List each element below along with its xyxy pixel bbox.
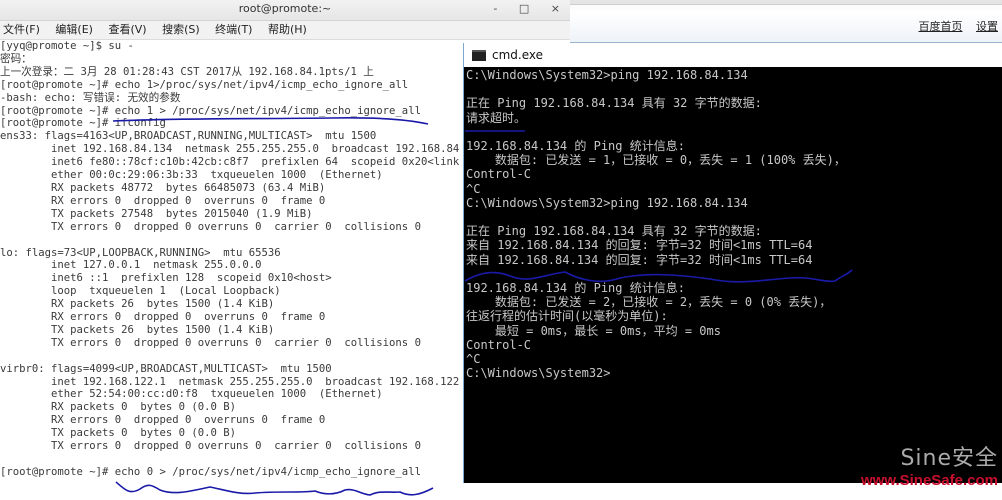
terminal-line: ​ <box>0 234 465 247</box>
terminal-line: TX packets 0 bytes 0 (0.0 B) <box>0 427 236 440</box>
menu-file[interactable]: 文件(F) <box>3 23 40 36</box>
console-icon <box>472 50 486 61</box>
terminal-line: [root@promote ~]# echo 0 > /proc/sys/net… <box>0 465 421 478</box>
terminal-line: lo: flags=73<UP,LOOPBACK,RUNNING> mtu 65… <box>0 246 281 259</box>
terminal-line: -bash: echo: 写错误: 无效的参数 <box>0 91 181 104</box>
terminal-line: RX errors 0 dropped 0 overruns 0 frame 0 <box>0 194 326 207</box>
terminal-menubar: 文件(F) 编辑(E) 查看(V) 搜索(S) 终端(T) 帮助(H) <box>0 21 570 40</box>
browser-top-links: 百度首页 设置 <box>909 18 999 34</box>
terminal-line: inet6 ::1 prefixlen 128 scopeid 0x10<hos… <box>0 272 332 285</box>
cmd-title: cmd.exe <box>492 48 544 62</box>
cmd-line: 来自 192.168.84.134 的回复: 字节=32 时间<1ms TTL=… <box>466 252 813 267</box>
terminal-line: RX packets 26 bytes 1500 (1.4 KiB) <box>0 298 275 311</box>
settings-link[interactable]: 设置 <box>976 20 998 33</box>
minimize-button[interactable]: - <box>493 2 497 15</box>
watermark-url: www.SineSafe.com <box>861 472 998 489</box>
watermark: Sine安全 www.SineSafe.com <box>861 440 998 489</box>
baidu-home-link[interactable]: 百度首页 <box>919 20 963 33</box>
cmd-line: 请求超时。 <box>466 110 527 125</box>
cmd-line: C:\Windows\System32>ping 192.168.84.134 <box>466 195 748 210</box>
cmd-line: C:\Windows\System32> <box>466 366 611 381</box>
terminal-line: TX packets 27548 bytes 2015040 (1.9 MiB) <box>0 207 313 220</box>
cmd-line: 192.168.84.134 的 Ping 统计信息: <box>466 139 685 154</box>
terminal-line: ​ <box>0 350 465 363</box>
cmd-line: Control-C <box>466 337 532 352</box>
terminal-titlebar: root@promote:~ - □ × <box>0 0 570 21</box>
menu-help[interactable]: 帮助(H) <box>268 23 307 36</box>
menu-terminal[interactable]: 终端(T) <box>215 23 252 36</box>
terminal-line: RX errors 0 dropped 0 overruns 0 frame 0 <box>0 414 326 427</box>
window-controls: - □ × <box>475 0 560 18</box>
cmd-line: ​ <box>466 210 846 224</box>
terminal-line: 密码： <box>0 52 32 65</box>
terminal-line: inet 192.168.122.1 netmask 255.255.255.0… <box>0 375 460 388</box>
terminal-line: RX packets 0 bytes 0 (0.0 B) <box>0 401 236 414</box>
terminal-line: TX errors 0 dropped 0 overruns 0 carrier… <box>0 336 421 349</box>
cmd-line: 192.168.84.134 的 Ping 统计信息: <box>466 281 685 296</box>
terminal-line: TX errors 0 dropped 0 overruns 0 carrier… <box>0 440 421 453</box>
terminal-line: virbr0: flags=4099<UP,BROADCAST,MULTICAS… <box>0 362 332 375</box>
cmd-line: ​ <box>466 82 846 96</box>
cmd-line: Control-C <box>466 167 532 182</box>
cmd-line: 数据包: 已发送 = 1，已接收 = 0，丢失 = 1 (100% 丢失)， <box>466 153 846 168</box>
menu-view[interactable]: 查看(V) <box>108 23 146 36</box>
terminal-line: ens33: flags=4163<UP,BROADCAST,RUNNING,M… <box>0 130 377 143</box>
cmd-line: C:\Windows\System32>ping 192.168.84.134 <box>466 68 748 82</box>
terminal-line: 上一次登录：二 3月 28 01:28:43 CST 2017从 192.168… <box>0 65 374 78</box>
cmd-line: ​ <box>466 267 846 281</box>
terminal-line: ether 52:54:00:cc:d0:f8 txqueuelen 1000 … <box>0 388 383 401</box>
terminal-title: root@promote:~ <box>238 2 332 15</box>
cmd-line: ​ <box>466 125 846 139</box>
terminal-line: TX packets 26 bytes 1500 (1.4 KiB) <box>0 323 275 336</box>
cmd-line: ^C <box>466 352 481 367</box>
cmd-window: cmd.exe C:\Windows\System32>ping 192.168… <box>463 43 1002 483</box>
menu-search[interactable]: 搜索(S) <box>162 23 200 36</box>
cmd-line: 正在 Ping 192.168.84.134 具有 32 字节的数据: <box>466 96 762 111</box>
terminal-line: loop txqueuelen 1 (Local Loopback) <box>0 285 281 298</box>
terminal-line: inet 127.0.0.1 netmask 255.0.0.0 <box>0 259 262 272</box>
terminal-line: [root@promote ~]# ifconfig <box>0 117 166 130</box>
browser-address-strip <box>570 0 1002 5</box>
terminal-line: ​ <box>0 453 465 466</box>
watermark-logo: Sine安全 <box>900 446 998 471</box>
cmd-line: 往返行程的估计时间(以毫秒为单位): <box>466 309 668 324</box>
cmd-line: 来自 192.168.84.134 的回复: 字节=32 时间<1ms TTL=… <box>466 238 813 253</box>
close-button[interactable]: × <box>551 2 560 15</box>
cmd-output[interactable]: C:\Windows\System32>ping 192.168.84.134​… <box>466 68 846 380</box>
terminal-line: [root@promote ~]# echo 1 > /proc/sys/net… <box>0 104 421 117</box>
terminal-line: ether 00:0c:29:06:3b:33 txqueuelen 1000 … <box>0 169 383 182</box>
cmd-line: 数据包: 已发送 = 2，已接收 = 2，丢失 = 0 (0% 丢失)， <box>466 295 832 310</box>
cmd-line: ^C <box>466 181 481 196</box>
terminal-line: TX errors 0 dropped 0 overruns 0 carrier… <box>0 220 421 233</box>
browser-window-background: 百度首页 设置 <box>570 0 1002 43</box>
terminal-line: [root@promote ~]# echo 1>/proc/sys/net/i… <box>0 78 409 91</box>
cmd-line: 正在 Ping 192.168.84.134 具有 32 字节的数据: <box>466 224 762 239</box>
cmd-titlebar: cmd.exe <box>464 43 1002 67</box>
terminal-line: inet 192.168.84.134 netmask 255.255.255.… <box>0 143 460 156</box>
terminal-line: RX errors 0 dropped 0 overruns 0 frame 0 <box>0 311 326 324</box>
terminal-line: [yyq@promote ~]$ su - <box>0 40 134 52</box>
maximize-button[interactable]: □ <box>519 2 529 15</box>
terminal-line: inet6 fe80::78cf:c10b:42cb:c8f7 prefixle… <box>0 156 460 169</box>
cmd-line: 最短 = 0ms，最长 = 0ms，平均 = 0ms <box>466 323 721 338</box>
terminal-line: RX packets 48772 bytes 66485073 (63.4 Mi… <box>0 181 326 194</box>
menu-edit[interactable]: 编辑(E) <box>55 23 93 36</box>
terminal-output[interactable]: [yyq@promote ~]$ su - 密码： 上一次登录：二 3月 28 01… <box>0 40 465 479</box>
